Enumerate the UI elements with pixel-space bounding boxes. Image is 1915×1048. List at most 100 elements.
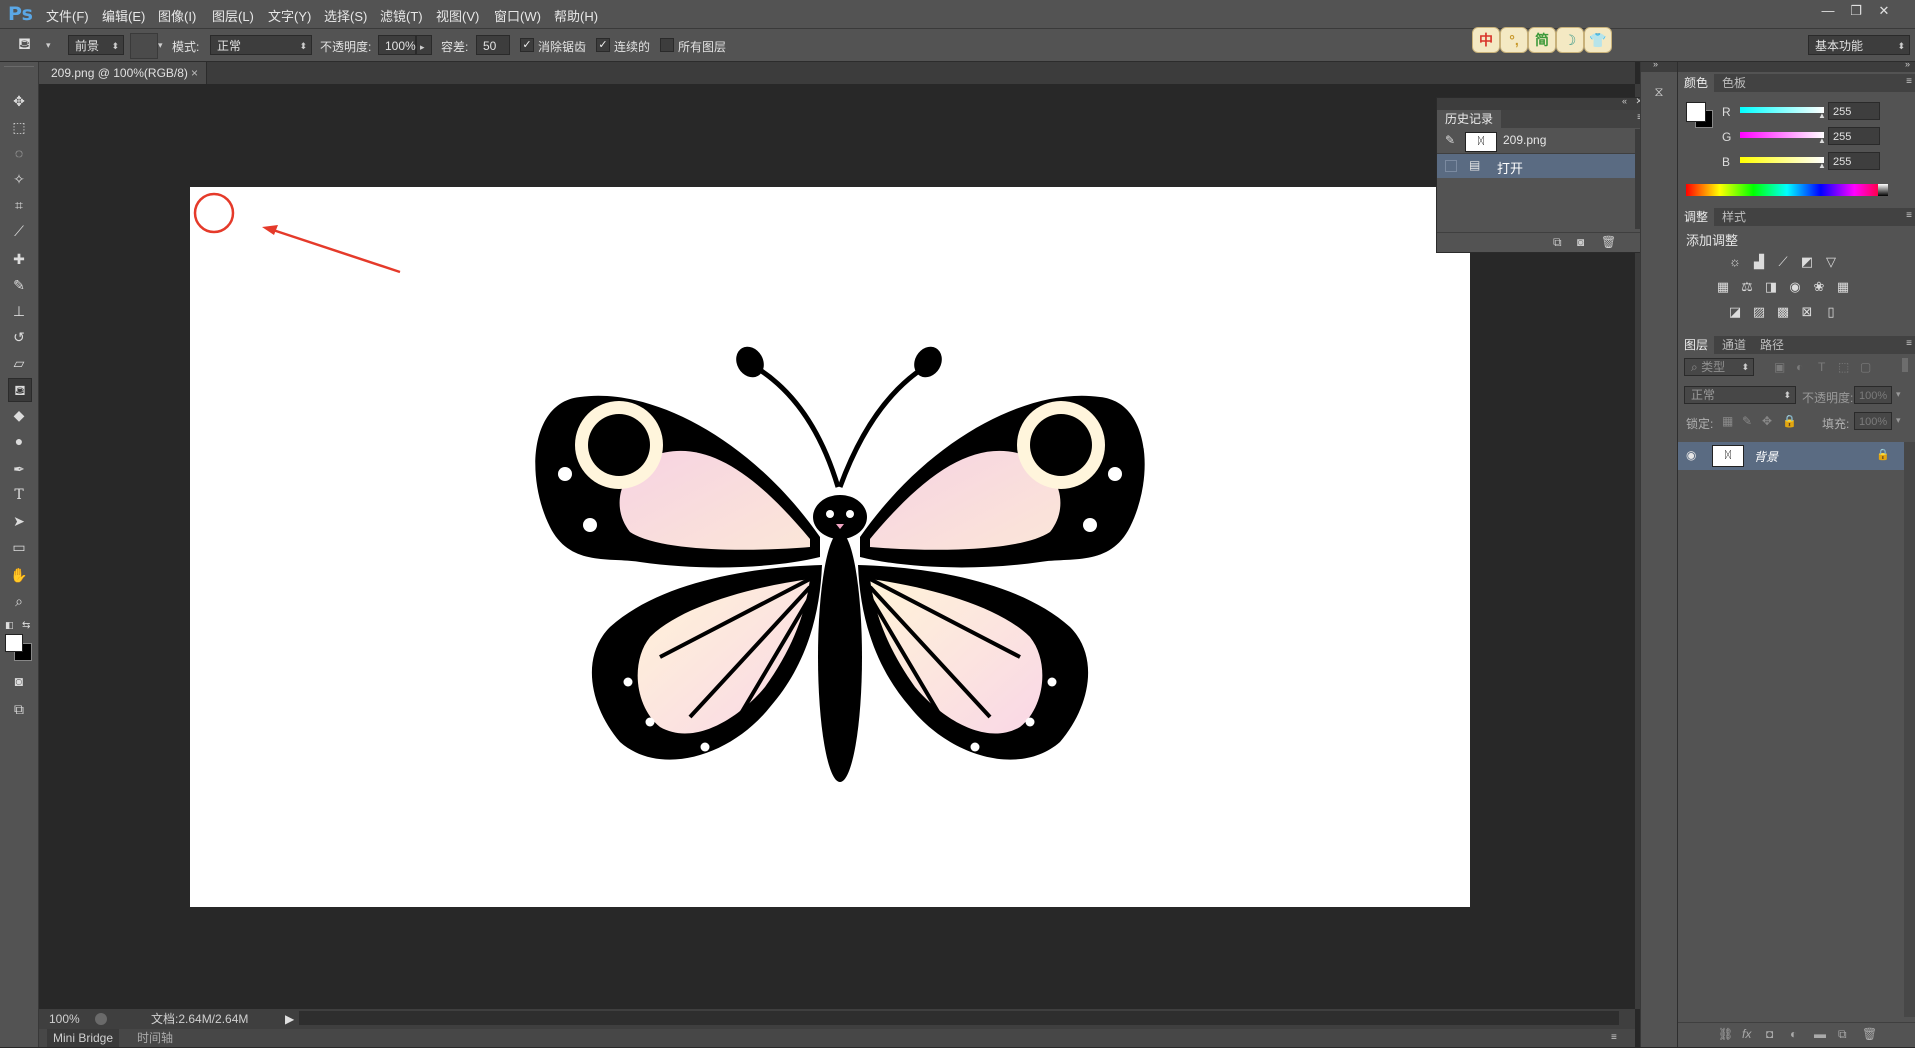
ime-chinese-button[interactable]: 中 [1472, 27, 1500, 53]
menu-select[interactable]: 选择(S) [324, 6, 367, 25]
menu-edit[interactable]: 编辑(E) [102, 6, 145, 25]
layer-name[interactable]: 背景 [1754, 448, 1778, 465]
zoom-level[interactable]: 100% [49, 1009, 80, 1029]
threshold-icon[interactable]: ▩ [1774, 303, 1792, 321]
color-lookup-icon[interactable]: ▦ [1834, 278, 1852, 296]
type-tool-icon[interactable]: T [8, 484, 30, 506]
trash-icon[interactable]: 🗑 [1601, 235, 1616, 249]
layer-filter-kind-dropdown[interactable]: ⌕ 类型 ⬍ [1684, 358, 1754, 376]
history-panel-grip[interactable]: « ✕ [1437, 96, 1649, 110]
brightness-contrast-icon[interactable]: ☼ [1726, 253, 1744, 271]
tab-adjustments[interactable]: 调整 [1678, 208, 1715, 226]
clone-stamp-tool-icon[interactable]: ⊥ [8, 300, 30, 322]
ime-skin-icon[interactable]: 👕 [1584, 27, 1612, 53]
black-white-ramp[interactable] [1878, 184, 1888, 196]
rectangle-tool-icon[interactable]: ▭ [8, 536, 30, 558]
vibrance-icon[interactable]: ▽ [1822, 253, 1840, 271]
blur-tool-icon[interactable]: ◆ [8, 404, 30, 426]
menu-window[interactable]: 窗口(W) [494, 6, 541, 25]
invert-icon[interactable]: ◪ [1726, 303, 1744, 321]
new-group-icon[interactable]: ▬ [1814, 1027, 1826, 1041]
chevron-down-icon[interactable]: ▾ [1896, 415, 1901, 426]
history-brush-source-icon[interactable]: ✎ [1445, 133, 1455, 147]
filter-smart-object-icon[interactable]: ▢ [1860, 360, 1871, 374]
foreground-color-chip[interactable] [1686, 102, 1706, 122]
exposure-icon[interactable]: ◩ [1798, 253, 1816, 271]
link-layers-icon[interactable]: ⛓ [1718, 1027, 1733, 1041]
menu-file[interactable]: 文件(F) [46, 6, 89, 25]
tab-timeline[interactable]: 时间轴 [131, 1029, 179, 1047]
red-value-input[interactable]: 255 [1828, 102, 1880, 120]
move-tool-icon[interactable]: ✥ [8, 90, 30, 112]
pattern-picker[interactable] [130, 33, 158, 59]
create-snapshot-icon[interactable]: ◙ [1577, 235, 1584, 249]
zoom-tool-icon[interactable]: ⌕ [8, 590, 30, 612]
paint-bucket-tool-preset-icon[interactable]: ⛾ [18, 34, 40, 56]
ime-simplified-button[interactable]: 简 [1528, 27, 1556, 53]
magic-wand-tool-icon[interactable]: ✧ [8, 168, 30, 190]
restore-button[interactable]: ❐ [1843, 2, 1869, 20]
foreground-color-swatch[interactable] [5, 634, 23, 652]
brush-tool-icon[interactable]: ✎ [8, 274, 30, 296]
new-layer-icon[interactable]: ⧉ [1838, 1027, 1847, 1042]
path-selection-tool-icon[interactable]: ➤ [8, 510, 30, 532]
minimize-button[interactable]: — [1815, 2, 1841, 20]
lock-icon[interactable]: 🔒 [1876, 448, 1890, 461]
screen-mode-icon[interactable]: ⧉ [8, 698, 30, 720]
layer-style-icon[interactable]: fx [1742, 1027, 1751, 1041]
history-panel-icon[interactable]: ⧖ [1649, 84, 1669, 102]
blue-value-input[interactable]: 255 [1828, 152, 1880, 170]
pattern-dropdown-icon[interactable]: ▾ [158, 40, 163, 51]
red-slider[interactable] [1740, 107, 1824, 113]
tab-swatches[interactable]: 色板 [1716, 74, 1752, 92]
menu-filter[interactable]: 滤镜(T) [380, 6, 423, 25]
layers-scrollbar[interactable] [1904, 442, 1915, 1017]
history-step-checkbox[interactable] [1445, 160, 1457, 172]
slider-handle-icon[interactable]: ▲ [1818, 161, 1826, 170]
posterize-icon[interactable]: ▨ [1750, 303, 1768, 321]
tab-mini-bridge[interactable]: Mini Bridge [47, 1029, 120, 1047]
fill-source-dropdown[interactable]: 前景 ⬍ [68, 35, 124, 55]
lock-all-icon[interactable]: 🔒 [1782, 414, 1797, 428]
hue-saturation-icon[interactable]: ▦ [1714, 278, 1732, 296]
history-brush-tool-icon[interactable]: ↺ [8, 326, 30, 348]
color-balance-icon[interactable]: ⚖ [1738, 278, 1756, 296]
ime-moon-icon[interactable]: ☽ [1556, 27, 1584, 53]
selective-color-icon[interactable]: ⊠ [1798, 303, 1816, 321]
channel-mixer-icon[interactable]: ❀ [1810, 278, 1828, 296]
panel-menu-icon[interactable]: ≡ [1906, 76, 1912, 87]
filter-pixel-icon[interactable]: ▣ [1774, 360, 1785, 374]
layer-row-background[interactable]: ◉ ᛞ 背景 🔒 [1678, 442, 1904, 470]
close-button[interactable]: ✕ [1871, 2, 1897, 20]
workspace-dropdown[interactable]: 基本功能 ⬍ [1808, 35, 1910, 55]
photo-filter-icon[interactable]: ◉ [1786, 278, 1804, 296]
tab-layers[interactable]: 图层 [1678, 336, 1715, 354]
close-tab-icon[interactable]: × [191, 62, 198, 84]
default-colors-icon[interactable]: ◧ [5, 620, 14, 631]
layer-blend-mode-dropdown[interactable]: 正常 ⬍ [1684, 386, 1796, 404]
status-menu-arrow-icon[interactable]: ▶ [285, 1009, 294, 1029]
marquee-tool-icon[interactable]: ⬚ [8, 116, 30, 138]
tab-styles[interactable]: 样式 [1716, 208, 1752, 226]
tolerance-input[interactable]: 50 [476, 35, 510, 55]
collapse-icon[interactable]: « [1622, 96, 1627, 106]
ime-punctuation-button[interactable]: °, [1500, 27, 1528, 53]
menu-type[interactable]: 文字(Y) [268, 6, 311, 25]
history-step-row[interactable]: ▤ 打开 [1437, 154, 1635, 178]
opacity-slider-button[interactable]: ▸ [416, 35, 432, 55]
all-layers-checkbox[interactable] [660, 38, 674, 52]
tool-preset-dropdown-icon[interactable]: ▾ [46, 40, 51, 51]
new-adjustment-layer-icon[interactable]: ◐ [1790, 1027, 1797, 1041]
filter-adjustment-icon[interactable]: ◐ [1796, 360, 1803, 374]
layer-mask-icon[interactable]: ◘ [1766, 1027, 1773, 1041]
panel-menu-icon[interactable]: ≡ [1906, 210, 1912, 221]
history-snapshot-row[interactable]: ✎ ᛞ 209.png [1437, 129, 1635, 154]
curves-icon[interactable]: ⟋ [1774, 253, 1792, 271]
slider-handle-icon[interactable]: ▲ [1818, 111, 1826, 120]
history-tab[interactable]: 历史记录 [1437, 110, 1502, 128]
levels-icon[interactable]: ▟ [1750, 253, 1768, 271]
document-tab[interactable]: 209.png @ 100%(RGB/8) × [39, 62, 207, 84]
mode-dropdown[interactable]: 正常 ⬍ [210, 35, 312, 55]
filter-toggle[interactable] [1902, 358, 1908, 372]
menu-layer[interactable]: 图层(L) [212, 6, 254, 25]
